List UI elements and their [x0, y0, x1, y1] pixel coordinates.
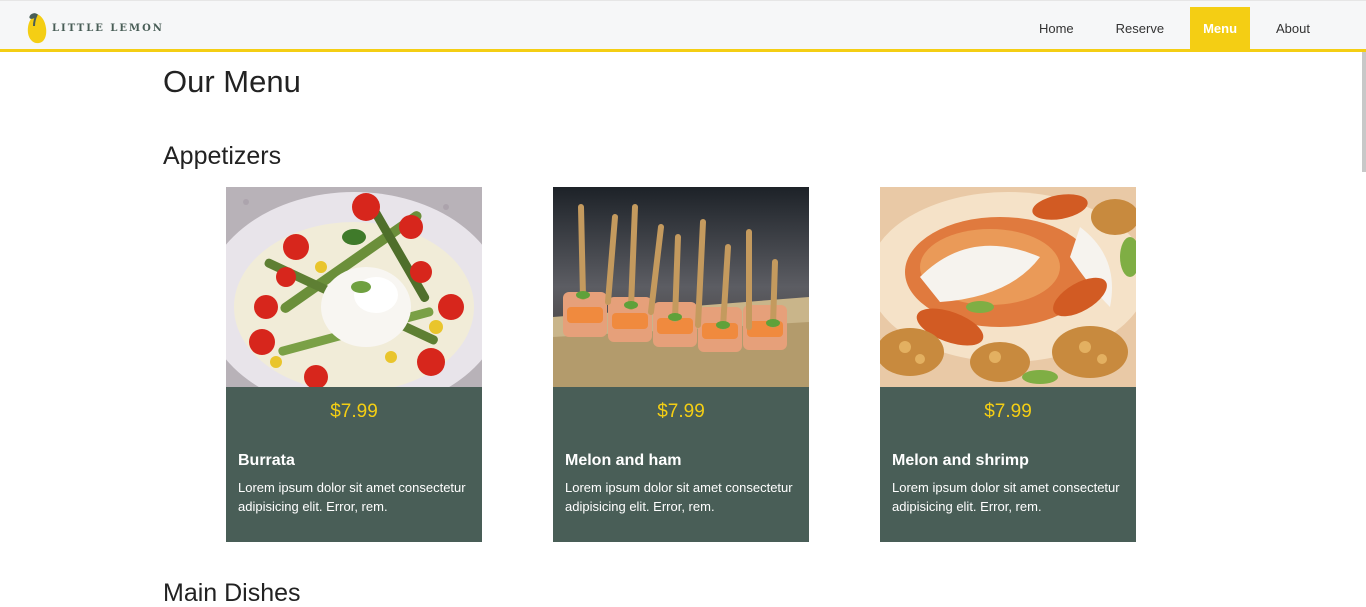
menu-card-melon-and-shrimp[interactable]: $7.99 Melon and shrimp Lorem ipsum dolor… [880, 187, 1136, 542]
menu-card-melon-and-ham[interactable]: $7.99 Melon and ham Lorem ipsum dolor si… [553, 187, 809, 542]
card-price: $7.99 [330, 401, 378, 422]
menu-card-burrata[interactable]: $7.99 Burrata Lorem ipsum dolor sit amet… [226, 187, 482, 542]
card-title: Melon and ham [565, 452, 682, 469]
nav-reserve[interactable]: Reserve [1100, 7, 1180, 50]
section-title-appetizers: Appetizers [163, 142, 282, 170]
nav-home[interactable]: Home [1023, 7, 1090, 50]
burrata-image [226, 187, 482, 387]
nav-about[interactable]: About [1260, 7, 1326, 50]
card-title: Burrata [238, 452, 295, 469]
scrollbar-thumb[interactable] [1362, 52, 1366, 172]
melon-and-shrimp-image [880, 187, 1136, 387]
card-description: Lorem ipsum dolor sit amet consectetur a… [892, 480, 1120, 514]
navbar: LITTLE LEMON Home Reserve Menu About [0, 0, 1366, 52]
logo-text: LITTLE LEMON [52, 22, 164, 34]
logo[interactable]: LITTLE LEMON [26, 11, 164, 45]
card-description: Lorem ipsum dolor sit amet consectetur a… [565, 480, 793, 514]
card-price: $7.99 [657, 401, 705, 422]
nav-menu[interactable]: Menu [1190, 7, 1251, 50]
page-title: Our Menu [163, 64, 301, 99]
section-title-main-dishes: Main Dishes [163, 579, 301, 607]
card-title: Melon and shrimp [892, 452, 1029, 469]
card-price: $7.99 [984, 401, 1032, 422]
main-nav: Home Reserve Menu About [1013, 7, 1366, 50]
card-description: Lorem ipsum dolor sit amet consectetur a… [238, 480, 466, 514]
melon-and-ham-image [553, 187, 809, 387]
lemon-logo-icon [27, 13, 47, 44]
